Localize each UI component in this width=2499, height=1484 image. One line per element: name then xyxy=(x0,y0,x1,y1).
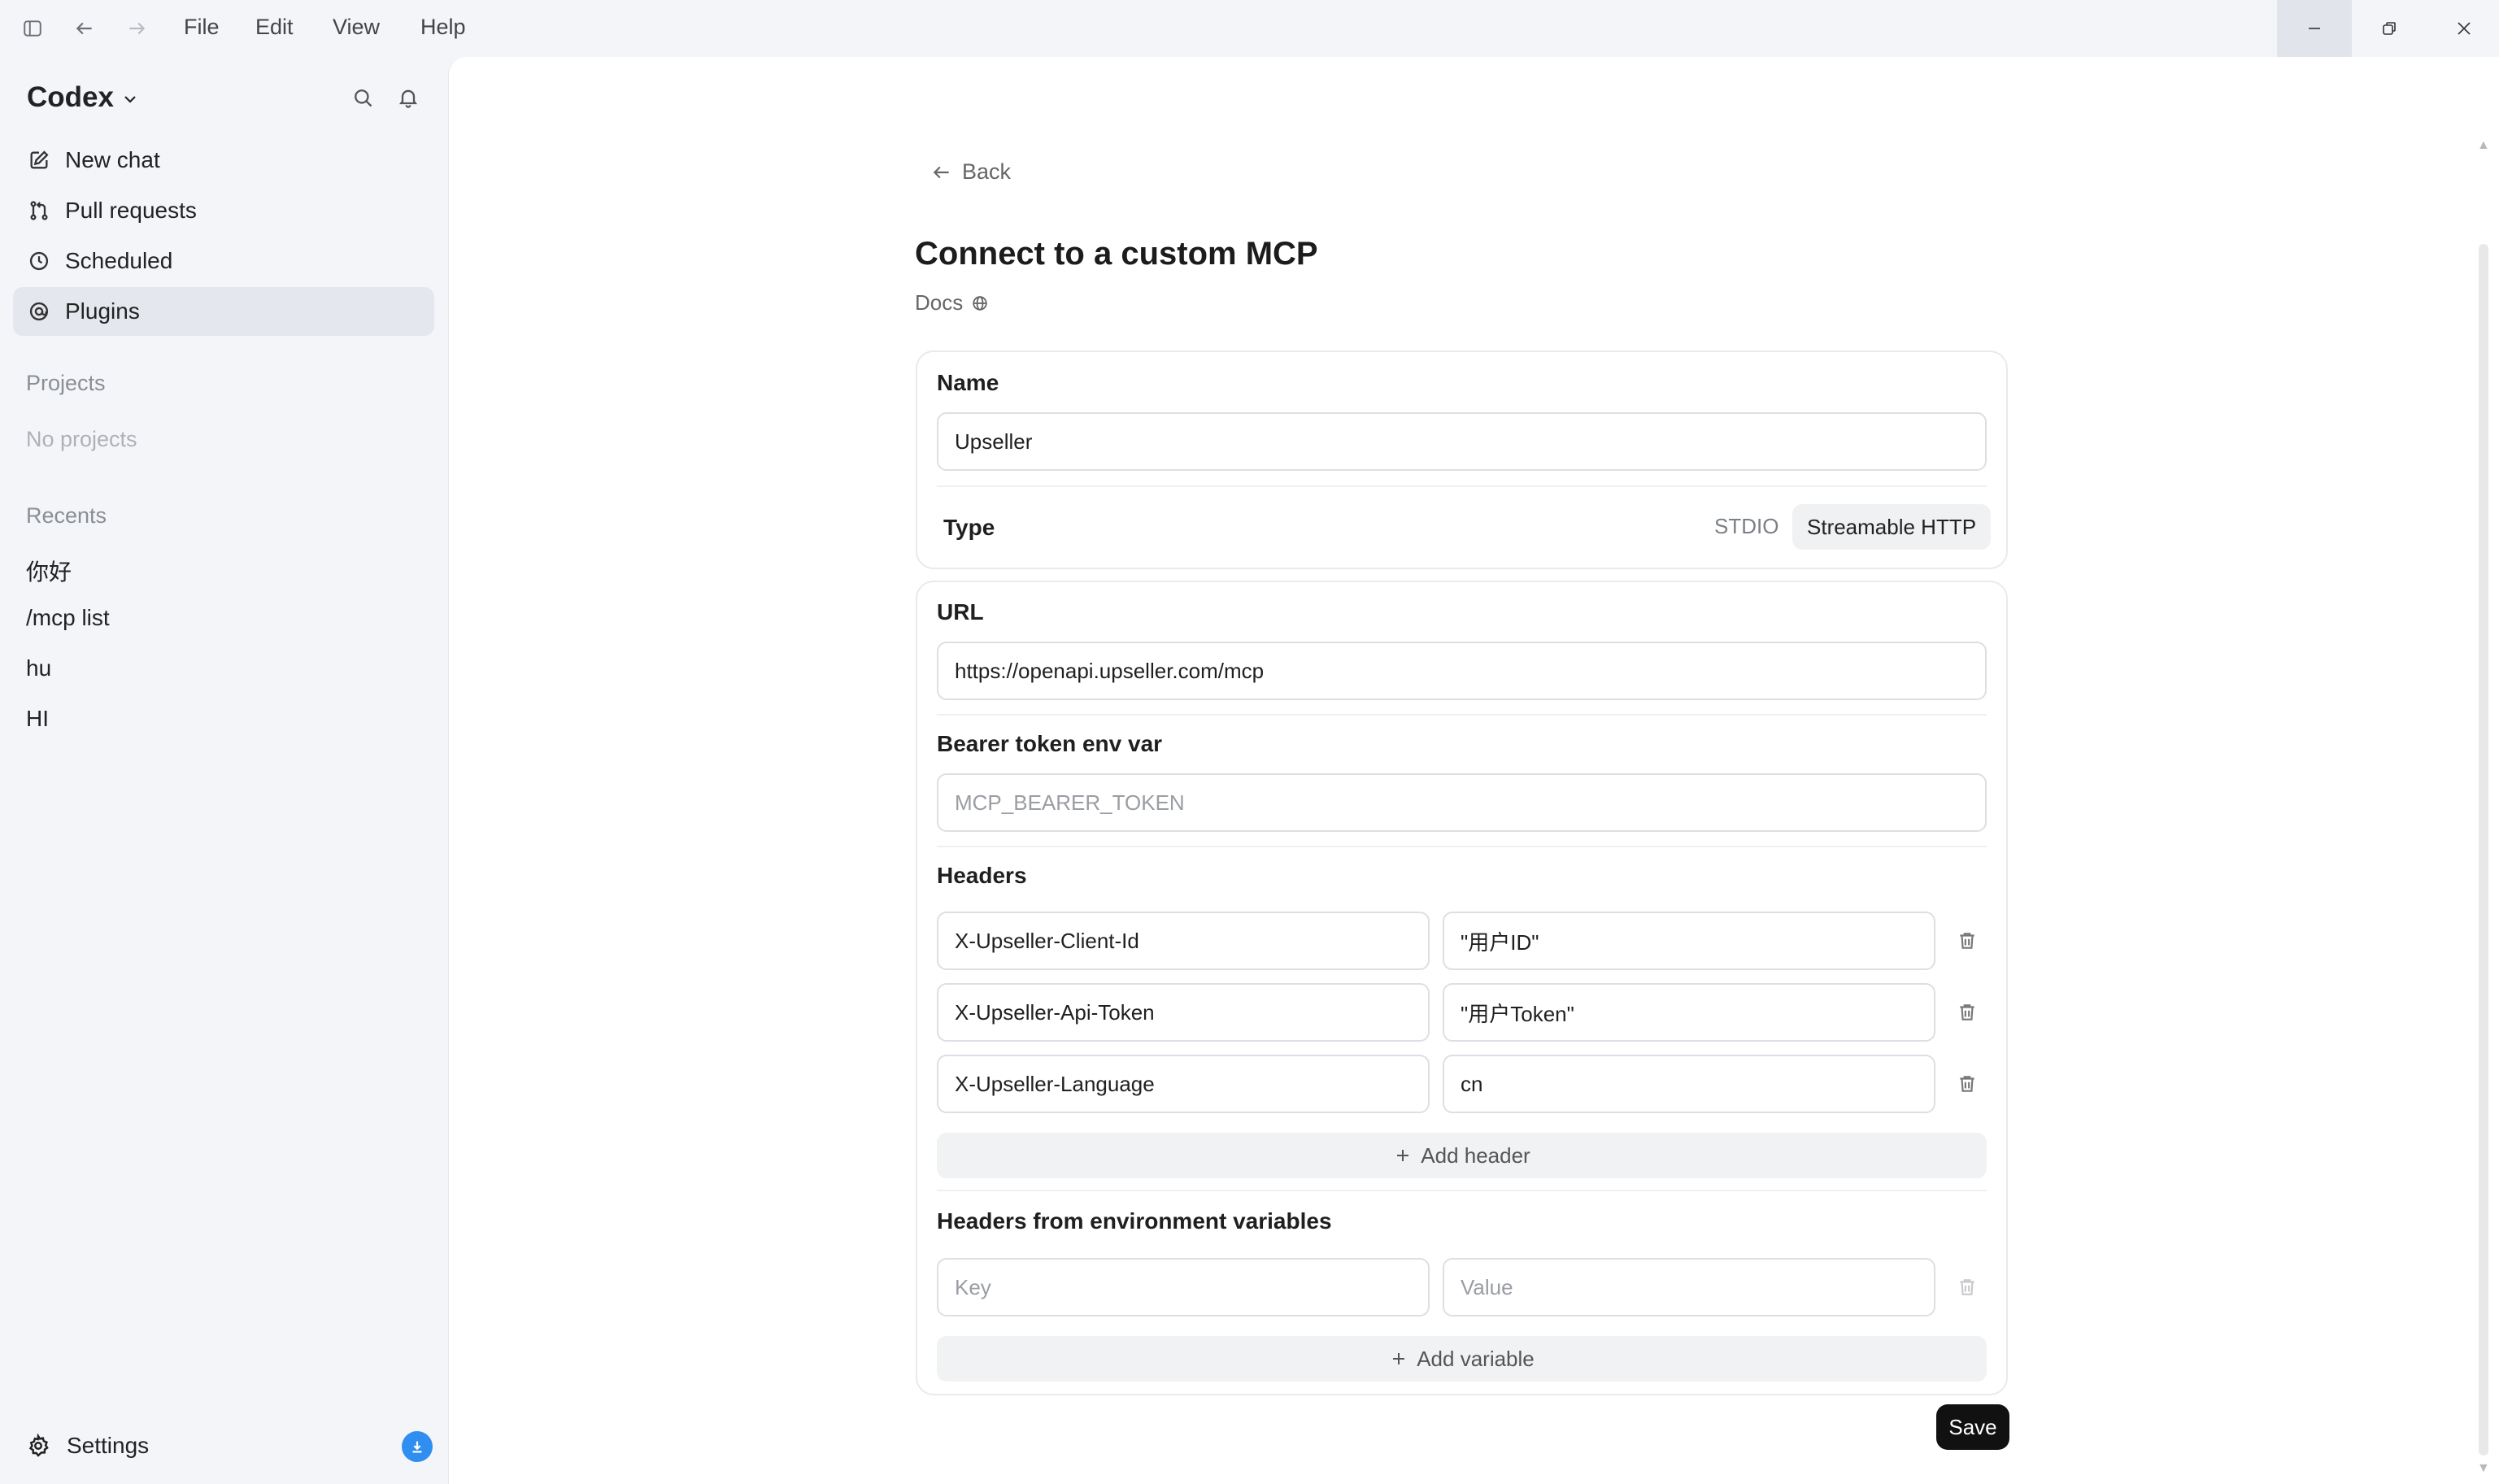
recent-item[interactable]: hu xyxy=(26,655,51,681)
close-window-button[interactable] xyxy=(2427,0,2499,57)
trash-icon xyxy=(1960,1076,1974,1092)
header-value-input[interactable]: cn xyxy=(1443,1055,1935,1113)
name-input[interactable]: Upseller xyxy=(937,412,1987,471)
minimize-button[interactable] xyxy=(2277,0,2352,57)
divider xyxy=(937,714,1987,716)
sidebar: Codex New chat Pull requests Scheduled P… xyxy=(0,57,448,1484)
back-label: Back xyxy=(962,159,1012,184)
nav-label: New chat xyxy=(65,147,160,172)
menu-view[interactable]: View xyxy=(333,15,380,40)
recent-item[interactable]: /mcp list xyxy=(26,605,110,631)
url-input[interactable]: https://openapi.upseller.com/mcp xyxy=(937,642,1987,700)
edit-icon xyxy=(30,150,49,169)
globe-icon xyxy=(973,295,987,311)
settings-label: Settings xyxy=(67,1433,150,1458)
url-label: URL xyxy=(937,599,984,624)
menu-help[interactable]: Help xyxy=(420,15,466,40)
name-label: Name xyxy=(937,370,999,395)
sidebar-toggle-icon[interactable] xyxy=(13,9,52,48)
delete-variable-button[interactable] xyxy=(1951,1271,1983,1303)
header-key-input[interactable]: X-Upseller-Api-Token xyxy=(937,983,1430,1042)
chevron-down-icon xyxy=(124,96,136,103)
save-button[interactable]: Save xyxy=(1936,1404,2009,1450)
docs-link[interactable]: Docs xyxy=(915,290,989,316)
back-arrow-icon[interactable] xyxy=(65,9,104,48)
gear-icon xyxy=(28,1434,49,1457)
nav-label: Pull requests xyxy=(65,198,197,223)
header-key-input[interactable]: X-Upseller-Client-Id xyxy=(937,912,1430,970)
recent-item[interactable]: 你好 xyxy=(26,555,72,587)
env-value-input[interactable]: Value xyxy=(1443,1258,1935,1316)
delete-header-button[interactable] xyxy=(1951,925,1983,957)
recents-heading: Recents xyxy=(26,503,107,528)
nav-label: Scheduled xyxy=(65,248,173,273)
env-headers-label: Headers from environment variables xyxy=(937,1208,1332,1234)
arrow-left-icon xyxy=(933,166,949,178)
divider xyxy=(937,485,1987,487)
nav-new-chat[interactable]: New chat xyxy=(13,136,434,185)
scroll-up-arrow[interactable]: ▲ xyxy=(2477,138,2490,153)
menu-edit[interactable]: Edit xyxy=(255,15,294,40)
delete-header-button[interactable] xyxy=(1951,1068,1983,1100)
type-option-streamable-http[interactable]: Streamable HTTP xyxy=(1792,504,1992,550)
divider xyxy=(937,1190,1987,1191)
forward-arrow-icon[interactable] xyxy=(117,9,156,48)
update-download-icon[interactable] xyxy=(402,1431,433,1462)
back-link[interactable]: Back xyxy=(931,159,1011,185)
menu-file[interactable]: File xyxy=(184,15,220,40)
pull-request-icon xyxy=(30,201,48,220)
page-title: Connect to a custom MCP xyxy=(915,236,1318,272)
add-variable-label: Add variable xyxy=(1417,1346,1535,1371)
nav-label: Plugins xyxy=(65,298,140,324)
plus-icon xyxy=(1393,1353,1405,1364)
projects-empty-text: No projects xyxy=(26,427,137,451)
projects-heading: Projects xyxy=(26,371,106,395)
bearer-token-label: Bearer token env var xyxy=(937,731,1163,756)
workspace-switcher[interactable]: Codex xyxy=(27,81,140,114)
nav-scheduled[interactable]: Scheduled xyxy=(13,237,434,285)
add-header-label: Add header xyxy=(1421,1142,1530,1168)
docs-label: Docs xyxy=(915,290,964,315)
trash-icon xyxy=(1960,933,1974,949)
divider xyxy=(937,846,1987,847)
add-variable-button[interactable]: Add variable xyxy=(937,1336,1987,1382)
header-key-input[interactable]: X-Upseller-Language xyxy=(937,1055,1430,1113)
header-value-input[interactable]: "用户ID" xyxy=(1443,912,1935,970)
bearer-token-input[interactable]: MCP_BEARER_TOKEN xyxy=(937,773,1987,832)
scrollbar[interactable] xyxy=(2479,244,2488,1456)
trash-icon xyxy=(1960,1279,1974,1295)
title-bar: File Edit View Help xyxy=(0,0,2499,57)
nav-pull-requests[interactable]: Pull requests xyxy=(13,186,434,235)
settings-button[interactable]: Settings xyxy=(26,1433,149,1459)
clock-icon xyxy=(29,251,49,271)
search-icon[interactable] xyxy=(346,81,379,114)
header-value-input[interactable]: "用户Token" xyxy=(1443,983,1935,1042)
bell-icon[interactable] xyxy=(392,81,424,114)
headers-label: Headers xyxy=(937,863,1027,888)
brand-name: Codex xyxy=(27,81,114,113)
restore-button[interactable] xyxy=(2352,0,2427,57)
plus-icon xyxy=(1397,1150,1409,1161)
nav-plugins[interactable]: Plugins xyxy=(13,287,434,336)
trash-icon xyxy=(1960,1004,1974,1021)
type-label: Type xyxy=(943,515,995,540)
recent-item[interactable]: HI xyxy=(26,706,49,732)
type-option-stdio[interactable]: STDIO xyxy=(1714,514,1778,539)
env-key-input[interactable]: Key xyxy=(937,1258,1430,1316)
plugin-icon xyxy=(29,302,49,321)
delete-header-button[interactable] xyxy=(1951,996,1983,1029)
add-header-button[interactable]: Add header xyxy=(937,1133,1987,1178)
scroll-down-arrow[interactable]: ▼ xyxy=(2477,1461,2490,1476)
